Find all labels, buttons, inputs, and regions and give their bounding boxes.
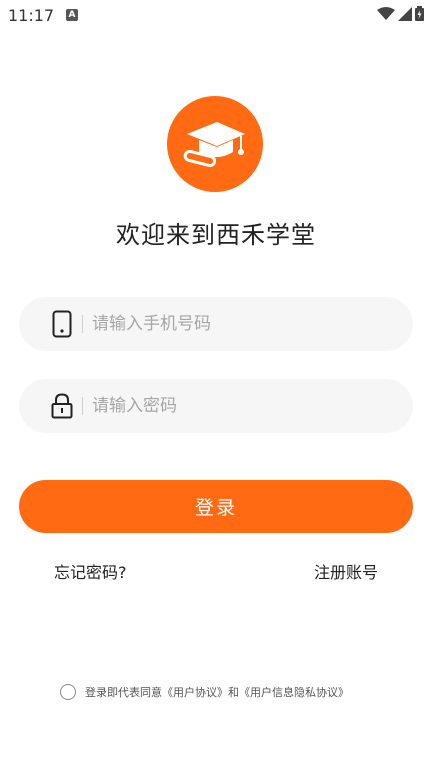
phone-input[interactable] [92, 304, 413, 344]
lock-icon [50, 392, 74, 420]
forgot-password-link[interactable]: 忘记密码? [54, 559, 127, 583]
user-agreement-link[interactable]: 《用户协议》 [162, 684, 228, 700]
password-input[interactable] [92, 386, 413, 426]
field-divider [82, 397, 83, 415]
field-divider [82, 315, 83, 333]
agreement-row: 登录即代表同意 《用户协议》 和 《用户信息隐私协议》 [60, 684, 349, 700]
register-link[interactable]: 注册账号 [314, 559, 378, 583]
agreement-prefix: 登录即代表同意 [85, 686, 162, 699]
privacy-agreement-link[interactable]: 《用户信息隐私协议》 [239, 684, 349, 700]
battery-icon [415, 6, 424, 21]
wifi-icon [377, 6, 395, 20]
status-bar: 11:17 A [0, 0, 432, 30]
agreement-checkbox[interactable] [60, 684, 76, 700]
status-icons [377, 6, 424, 21]
signal-icon [398, 6, 412, 21]
login-button[interactable]: 登录 [19, 480, 413, 533]
graduation-cap-icon [183, 122, 245, 168]
phone-icon [50, 310, 74, 338]
app-logo [167, 96, 263, 192]
welcome-title: 欢迎来到西禾学堂 [116, 221, 316, 249]
phone-field[interactable] [19, 297, 413, 351]
password-field[interactable] [19, 379, 413, 433]
status-time: 11:17 [8, 6, 55, 25]
notification-a-icon: A [66, 9, 78, 21]
agreement-and: 和 [228, 686, 239, 699]
